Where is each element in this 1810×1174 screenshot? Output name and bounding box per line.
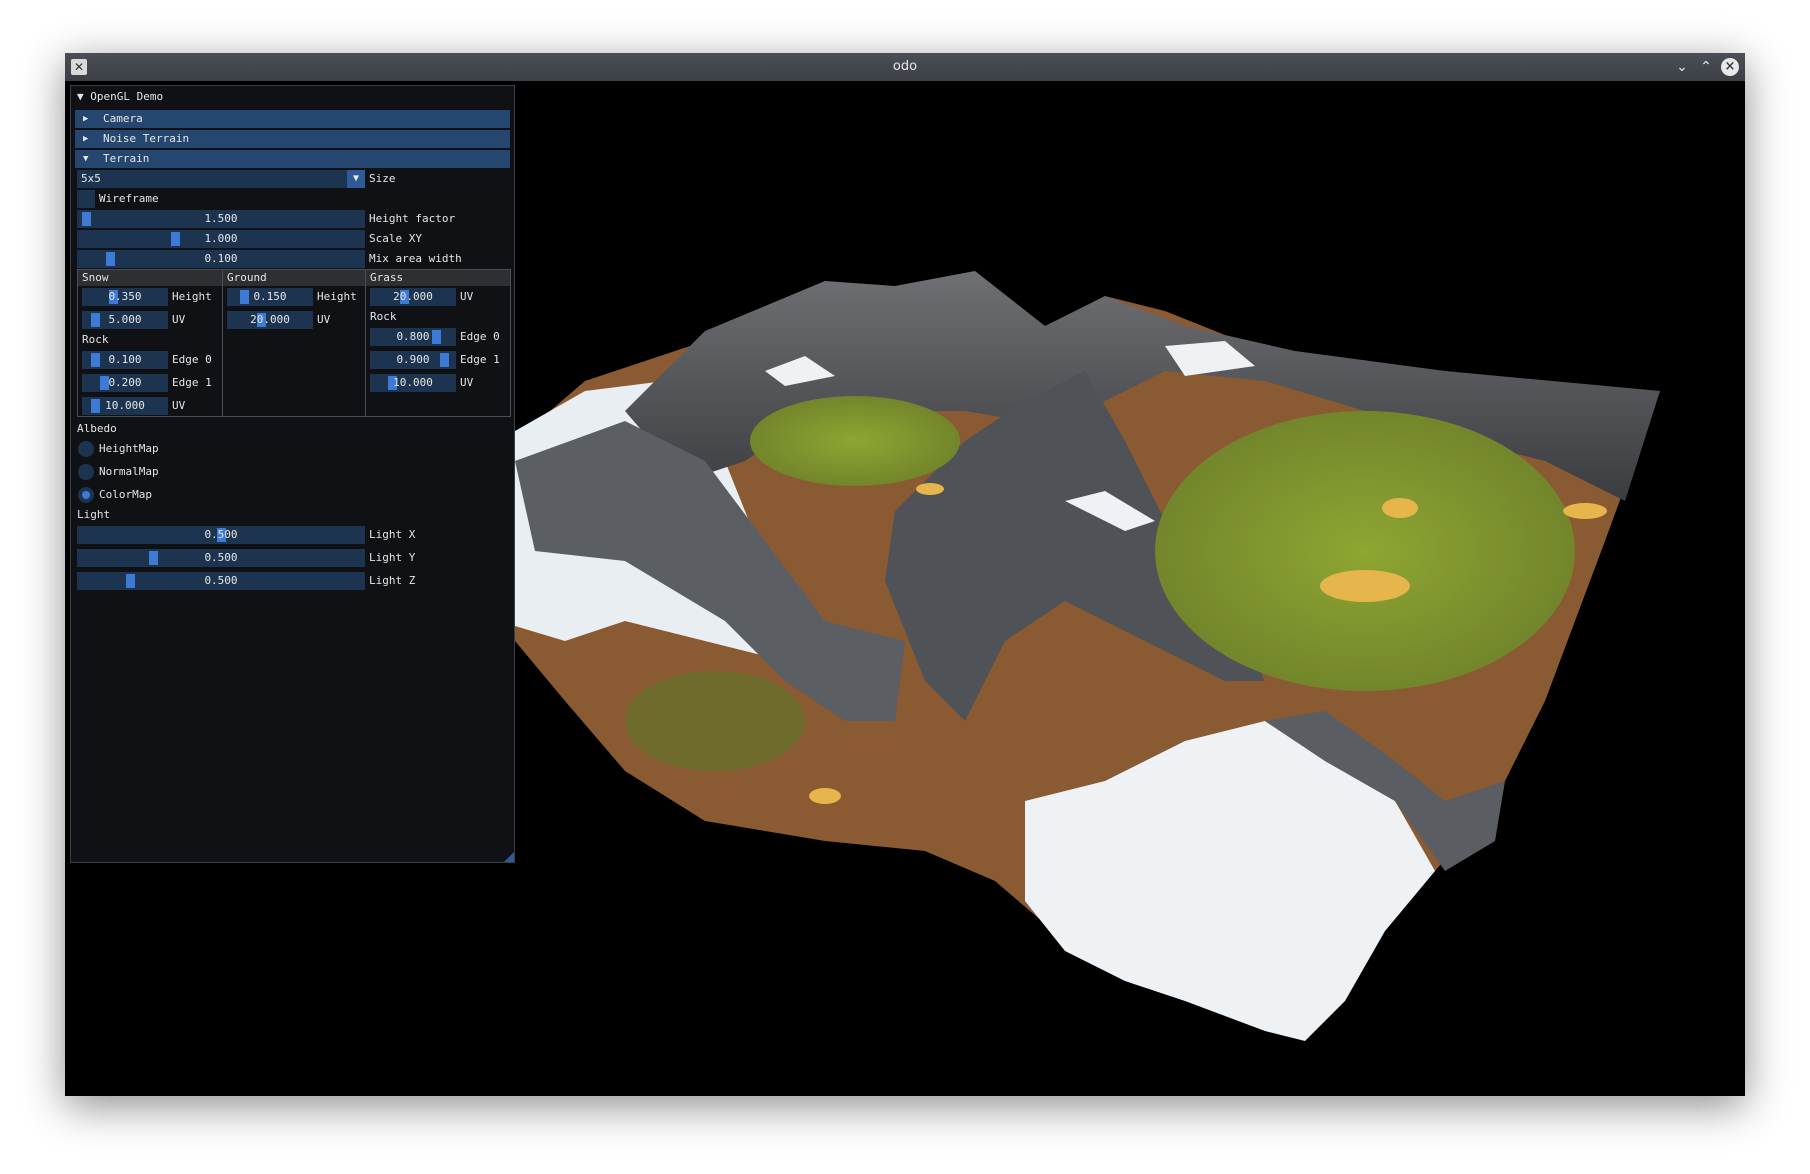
colormap-radio[interactable] xyxy=(78,487,94,503)
light-z-label: Light Z xyxy=(369,574,416,587)
snow-rock-uv-slider[interactable]: 10.000 xyxy=(82,397,168,415)
snow-rock-edge1-slider[interactable]: 0.200 xyxy=(82,374,168,392)
height-factor-label: Height factor xyxy=(369,212,456,225)
light-y-slider[interactable]: 0.500 xyxy=(77,549,365,567)
terrain-grass-lower xyxy=(625,671,805,771)
scale-xy-label: Scale XY xyxy=(369,232,422,245)
grass-rock-edge0-slider[interactable]: 0.800 xyxy=(370,328,456,346)
column-divider xyxy=(365,270,366,416)
header-camera[interactable]: ▶ Camera xyxy=(75,110,510,128)
terrain-sand-3 xyxy=(1563,503,1607,519)
light-y-label: Light Y xyxy=(369,551,416,564)
grass-uv-slider[interactable]: 20.000 xyxy=(370,288,456,306)
column-snow: Snow xyxy=(82,271,109,284)
scale-xy-slider[interactable]: 1.000 xyxy=(77,230,365,248)
expand-arrow-icon: ▶ xyxy=(83,114,89,124)
snow-height-label: Height xyxy=(172,290,212,303)
terrain-sand-4 xyxy=(916,483,944,495)
mix-area-width-slider[interactable]: 0.100 xyxy=(77,250,365,268)
resize-grip-icon[interactable] xyxy=(504,852,514,862)
light-x-label: Light X xyxy=(369,528,416,541)
layer-table: Snow Ground Grass 0.350 Height 5.000 UV … xyxy=(77,269,511,417)
mix-area-width-label: Mix area width xyxy=(369,252,462,265)
expand-arrow-icon: ▶ xyxy=(83,134,89,144)
header-terrain[interactable]: ▼ Terrain xyxy=(75,150,510,168)
albedo-label: Albedo xyxy=(77,422,117,435)
size-combo[interactable]: 5x5 ▼ xyxy=(77,170,365,188)
ground-height-label: Height xyxy=(317,290,357,303)
grass-rock-uv-slider[interactable]: 10.000 xyxy=(370,374,456,392)
grass-rock-edge0-label: Edge 0 xyxy=(460,330,500,343)
terrain-grass-plain xyxy=(1155,411,1575,691)
title-bar[interactable]: ✕ odo ⌄ ⌃ × xyxy=(65,53,1745,81)
collapse-arrow-icon: ▼ xyxy=(77,90,91,103)
snow-rock-edge1-label: Edge 1 xyxy=(172,376,212,389)
terrain-sand-1 xyxy=(1320,570,1410,602)
snow-rock-label: Rock xyxy=(82,333,109,346)
light-x-slider[interactable]: 0.500 xyxy=(77,526,365,544)
minimize-icon[interactable]: ⌄ xyxy=(1672,57,1692,77)
column-grass: Grass xyxy=(370,271,404,284)
terrain-grass-crater xyxy=(750,396,960,486)
app-window: ✕ odo ⌄ ⌃ × ▼ OpenGL Demo ▶ Camera ▶ Noi… xyxy=(65,53,1745,1096)
column-divider xyxy=(222,270,223,416)
snow-rock-edge0-slider[interactable]: 0.100 xyxy=(82,351,168,369)
size-label: Size xyxy=(369,172,396,185)
column-ground: Ground xyxy=(227,271,267,284)
window-title: odo xyxy=(892,59,918,74)
snow-uv-label: UV xyxy=(172,313,186,326)
normalmap-radio[interactable] xyxy=(78,464,94,480)
snow-rock-edge0-label: Edge 0 xyxy=(172,353,212,366)
chevron-down-icon[interactable]: ▼ xyxy=(347,170,365,188)
close-icon[interactable]: × xyxy=(1721,58,1739,76)
terrain-sand-5 xyxy=(809,788,841,804)
colormap-label: ColorMap xyxy=(99,488,152,501)
ground-uv-label: UV xyxy=(317,313,331,326)
table-header: Snow Ground Grass xyxy=(78,270,510,286)
terrain-sand-2 xyxy=(1382,498,1418,518)
ground-uv-slider[interactable]: 20.000 xyxy=(227,311,313,329)
collapse-arrow-icon: ▼ xyxy=(83,154,89,164)
heightmap-radio[interactable] xyxy=(78,441,94,457)
grass-rock-edge1-slider[interactable]: 0.900 xyxy=(370,351,456,369)
light-z-slider[interactable]: 0.500 xyxy=(77,572,365,590)
light-label: Light xyxy=(77,508,111,521)
terrain-viewport[interactable]: ▼ OpenGL Demo ▶ Camera ▶ Noise Terrain ▼… xyxy=(65,81,1745,1096)
snow-rock-uv-label: UV xyxy=(172,399,186,412)
height-factor-slider[interactable]: 1.500 xyxy=(77,210,365,228)
ground-height-slider[interactable]: 0.150 xyxy=(227,288,313,306)
heightmap-label: HeightMap xyxy=(99,442,159,455)
grass-rock-label: Rock xyxy=(370,310,397,323)
grass-rock-uv-label: UV xyxy=(460,376,474,389)
snow-uv-slider[interactable]: 5.000 xyxy=(82,311,168,329)
grass-uv-label: UV xyxy=(460,290,474,303)
panel-title[interactable]: ▼ OpenGL Demo xyxy=(77,88,163,106)
normalmap-label: NormalMap xyxy=(99,465,159,478)
imgui-panel[interactable]: ▼ OpenGL Demo ▶ Camera ▶ Noise Terrain ▼… xyxy=(70,85,515,863)
snow-height-slider[interactable]: 0.350 xyxy=(82,288,168,306)
grass-rock-edge1-label: Edge 1 xyxy=(460,353,500,366)
wireframe-label: Wireframe xyxy=(99,192,159,205)
maximize-icon[interactable]: ⌃ xyxy=(1696,57,1716,77)
header-noise-terrain[interactable]: ▶ Noise Terrain xyxy=(75,130,510,148)
wireframe-checkbox[interactable] xyxy=(77,190,95,208)
